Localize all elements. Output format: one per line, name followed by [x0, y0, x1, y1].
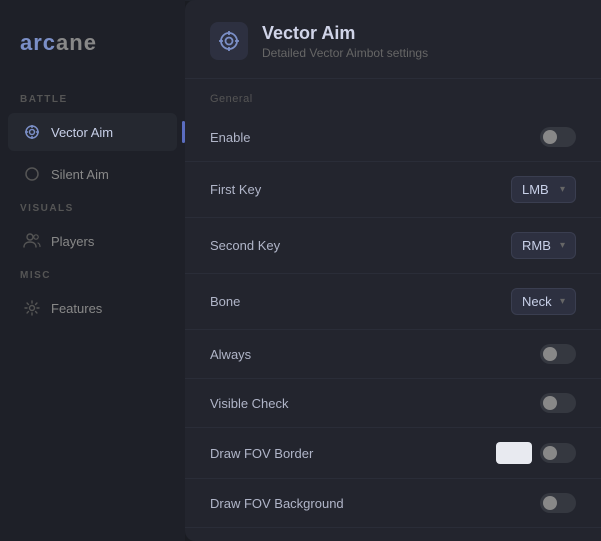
sidebar-item-label-vector-aim: Vector Aim — [51, 125, 113, 140]
setting-second-key: Second Key RMB ▾ — [185, 218, 601, 274]
setting-always: Always — [185, 330, 601, 379]
bone-dropdown[interactable]: Neck ▾ — [511, 288, 576, 315]
logo-arc: arc — [20, 30, 56, 55]
content-scroll: General Enable First Key LMB ▾ Second Ke… — [185, 79, 601, 541]
setting-visible-check: Visible Check — [185, 379, 601, 428]
logo-rest: ane — [56, 30, 97, 55]
first-key-control: LMB ▾ — [511, 176, 576, 203]
first-key-value: LMB — [522, 182, 549, 197]
bone-value: Neck — [522, 294, 552, 309]
draw-fov-background-label: Draw FOV Background — [210, 496, 344, 511]
section-general-label: General — [185, 79, 601, 113]
setting-draw-fov-background: Draw FOV Background — [185, 479, 601, 528]
header-icon — [210, 22, 248, 60]
chevron-down-icon-3: ▾ — [560, 296, 565, 307]
first-key-label: First Key — [210, 182, 261, 197]
section-label-battle: BATTLE — [0, 86, 185, 111]
bone-label: Bone — [210, 294, 240, 309]
sidebar-item-label-silent-aim: Silent Aim — [51, 167, 109, 182]
setting-bone: Bone Neck ▾ — [185, 274, 601, 330]
main-subtitle: Detailed Vector Aimbot settings — [262, 46, 428, 60]
enable-label: Enable — [210, 130, 250, 145]
chevron-down-icon-2: ▾ — [560, 240, 565, 251]
setting-enable: Enable — [185, 113, 601, 162]
setting-first-key: First Key LMB ▾ — [185, 162, 601, 218]
sidebar: arcane BATTLE Vector Aim Silent Aim VISU… — [0, 0, 185, 541]
bone-control: Neck ▾ — [511, 288, 576, 315]
sidebar-item-label-features: Features — [51, 301, 102, 316]
always-control — [540, 344, 576, 364]
section-label-misc: MISC — [0, 262, 185, 287]
sidebar-item-vector-aim[interactable]: Vector Aim — [8, 113, 177, 151]
draw-fov-background-toggle[interactable] — [540, 493, 576, 513]
sidebar-item-label-players: Players — [51, 234, 94, 249]
header-title-group: Vector Aim Detailed Vector Aimbot settin… — [262, 23, 428, 60]
circle-icon — [23, 165, 41, 183]
setting-draw-fov-border: Draw FOV Border — [185, 428, 601, 479]
draw-fov-border-control — [496, 442, 576, 464]
enable-toggle[interactable] — [540, 127, 576, 147]
second-key-label: Second Key — [210, 238, 280, 253]
sidebar-item-features[interactable]: Features — [8, 289, 177, 327]
visible-check-toggle[interactable] — [540, 393, 576, 413]
always-label: Always — [210, 347, 251, 362]
sidebar-item-silent-aim[interactable]: Silent Aim — [8, 155, 177, 193]
second-key-dropdown[interactable]: RMB ▾ — [511, 232, 576, 259]
fov-border-color-box[interactable] — [496, 442, 532, 464]
visible-check-control — [540, 393, 576, 413]
logo: arcane — [0, 20, 185, 86]
target-icon — [23, 123, 41, 141]
second-key-control: RMB ▾ — [511, 232, 576, 259]
always-toggle[interactable] — [540, 344, 576, 364]
main-header: Vector Aim Detailed Vector Aimbot settin… — [185, 0, 601, 79]
enable-control — [540, 127, 576, 147]
visible-check-label: Visible Check — [210, 396, 289, 411]
first-key-dropdown[interactable]: LMB ▾ — [511, 176, 576, 203]
section-label-visuals: VISUALS — [0, 195, 185, 220]
main-panel: Vector Aim Detailed Vector Aimbot settin… — [185, 0, 601, 541]
section-advanced-label: Advanced — [185, 528, 601, 541]
draw-fov-border-label: Draw FOV Border — [210, 446, 313, 461]
draw-fov-background-control — [540, 493, 576, 513]
second-key-value: RMB — [522, 238, 551, 253]
chevron-down-icon: ▾ — [560, 184, 565, 195]
players-icon — [23, 232, 41, 250]
sidebar-item-players[interactable]: Players — [8, 222, 177, 260]
main-title: Vector Aim — [262, 23, 428, 44]
gear-icon — [23, 299, 41, 317]
draw-fov-border-toggle[interactable] — [540, 443, 576, 463]
